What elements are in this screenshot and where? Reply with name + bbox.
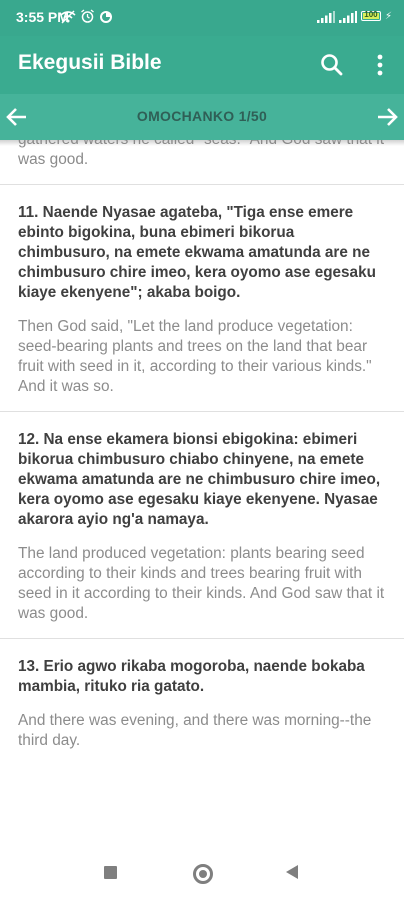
overflow-menu-icon[interactable] <box>370 50 390 80</box>
verse-ekegusii-text: 13. Erio agwo rikaba mogoroba, naende bo… <box>18 658 365 695</box>
verse-item[interactable]: 11. Naende Nyasae agateba, "Tiga ense em… <box>0 185 404 412</box>
verse-ekegusii-text: 11. Naende Nyasae agateba, "Tiga ense em… <box>18 204 376 301</box>
alarm-icon <box>80 9 95 28</box>
verse-list[interactable]: gathered waters he called "seas." And Go… <box>0 140 404 840</box>
charging-icon: ⚡ <box>384 10 392 22</box>
chapter-title: OMOCHANKO 1/50 <box>136 108 268 124</box>
signal-icon <box>316 10 335 23</box>
battery-icon: 100 <box>360 10 381 21</box>
signal-icon-2 <box>338 10 357 23</box>
verse-item[interactable]: 13. Erio agwo rikaba mogoroba, naende bo… <box>0 639 404 765</box>
verse-english-text: Then God said, "Let the land produce veg… <box>18 318 372 395</box>
system-navigation-bar <box>0 846 404 900</box>
status-notification-icons <box>60 9 113 28</box>
verse-ekegusii-text: 12. Na ense ekamera bionsi ebigokina: eb… <box>18 431 381 528</box>
status-bar: 3:55 PM 100 ⚡ <box>0 0 404 36</box>
back-icon[interactable] <box>286 865 298 879</box>
status-system-icons: 100 ⚡ <box>316 10 392 23</box>
wifi-off-icon <box>60 10 76 28</box>
arrow-right-icon[interactable] <box>374 104 400 130</box>
verse-english-text: And there was evening, and there was mor… <box>18 712 372 749</box>
verse-item[interactable]: 12. Na ense ekamera bionsi ebigokina: eb… <box>0 412 404 639</box>
app-bar: Ekegusii Bible <box>0 36 404 94</box>
verse-english-text: The land produced vegetation: plants bea… <box>18 545 385 622</box>
app-notification-icon <box>99 10 113 28</box>
verse-fragment: gathered waters he called "seas." And Go… <box>0 140 404 185</box>
home-icon[interactable] <box>193 864 213 884</box>
battery-level: 100 <box>364 10 378 19</box>
app-title: Ekegusii Bible <box>18 51 162 74</box>
chapter-navigation-bar: OMOCHANKO 1/50 <box>0 94 404 146</box>
search-icon[interactable] <box>318 51 346 79</box>
recent-apps-icon[interactable] <box>104 866 117 879</box>
